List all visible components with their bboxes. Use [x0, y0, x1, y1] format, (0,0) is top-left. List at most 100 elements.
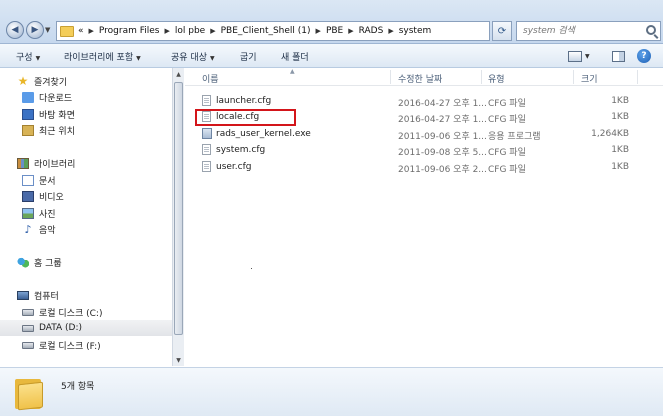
- breadcrumb-overflow[interactable]: «: [78, 26, 84, 36]
- file-size: 1KB: [611, 145, 629, 155]
- chevron-right-icon[interactable]: ▶: [165, 27, 170, 35]
- application-icon: [202, 128, 212, 139]
- nav-item-music[interactable]: ♪ 음악: [22, 221, 56, 237]
- nav-label: 즐겨찾기: [34, 77, 68, 88]
- search-input[interactable]: [517, 22, 639, 40]
- breadcrumb-rads[interactable]: RADS: [359, 26, 384, 36]
- file-row-launcher[interactable]: launcher.cfg 2016-04-27 오후 1... CFG 파일 1…: [199, 93, 659, 109]
- sort-ascending-icon: ▲: [290, 68, 295, 75]
- back-button[interactable]: ◀: [6, 21, 24, 39]
- nav-item-pictures[interactable]: 사진: [22, 205, 56, 221]
- file-row-system[interactable]: system.cfg 2011-09-08 오후 5... CFG 파일 1KB: [199, 142, 659, 158]
- help-icon: ?: [637, 49, 651, 63]
- annotation-highlight-box: [195, 109, 296, 126]
- new-folder-label: 새 폴더: [281, 53, 309, 63]
- nav-item-drive-c[interactable]: 로컬 디스크 (C:): [22, 304, 102, 320]
- search-icon[interactable]: [646, 25, 656, 35]
- chevron-right-icon[interactable]: ▶: [348, 27, 353, 35]
- file-row-rads-user-kernel[interactable]: rads_user_kernel.exe 2011-09-06 오후 1... …: [199, 126, 659, 142]
- nav-item-computer[interactable]: 컴퓨터: [17, 287, 59, 303]
- cfg-file-icon: [202, 144, 211, 155]
- nav-label: 최근 위치: [39, 126, 75, 137]
- scroll-up-icon[interactable]: ▲: [173, 68, 184, 80]
- refresh-button[interactable]: ⟳: [492, 21, 512, 41]
- scrollbar-thumb[interactable]: [174, 82, 183, 335]
- nav-label: 다운로드: [39, 93, 73, 104]
- column-divider[interactable]: [573, 70, 574, 84]
- share-label: 공유 대상: [171, 53, 207, 63]
- column-modified[interactable]: 수정한 날짜: [398, 72, 442, 85]
- column-name[interactable]: 이름: [202, 72, 219, 85]
- nav-item-drive-f[interactable]: 로컬 디스크 (F:): [22, 337, 101, 353]
- search-box[interactable]: [516, 21, 661, 41]
- stray-dot: [251, 268, 252, 269]
- share-with-button[interactable]: 공유 대상 ▼: [171, 50, 215, 63]
- nav-label: 사진: [39, 209, 56, 220]
- arrow-right-icon: ▶: [31, 25, 39, 35]
- chevron-down-icon: ▼: [585, 52, 590, 60]
- nav-item-downloads[interactable]: 다운로드: [22, 89, 72, 105]
- arrow-left-icon: ◀: [11, 25, 19, 35]
- include-library-label: 라이브러리에 포함: [64, 53, 134, 63]
- nav-item-homegroup[interactable]: 홈 그룹: [17, 254, 62, 270]
- burn-label: 굽기: [240, 53, 257, 63]
- nav-label: 홈 그룹: [34, 258, 62, 269]
- column-divider[interactable]: [481, 70, 482, 84]
- file-name: system.cfg: [216, 145, 266, 155]
- address-box[interactable]: « ▶ Program Files ▶ lol pbe ▶ PBE_Client…: [56, 21, 490, 41]
- organize-button[interactable]: 구성 ▼: [16, 50, 40, 63]
- nav-item-desktop[interactable]: 바탕 화면: [22, 106, 75, 122]
- nav-item-recent[interactable]: 최근 위치: [22, 122, 75, 138]
- recent-pages-dropdown[interactable]: ▼: [45, 26, 50, 34]
- details-pane: 5개 항목: [0, 367, 663, 416]
- view-icon: [568, 50, 582, 62]
- pictures-icon: [22, 207, 34, 219]
- scroll-down-icon[interactable]: ▼: [173, 354, 184, 366]
- nav-item-videos[interactable]: 비디오: [22, 188, 64, 204]
- chevron-right-icon[interactable]: ▶: [89, 27, 94, 35]
- column-type[interactable]: 유형: [488, 72, 505, 85]
- help-button[interactable]: ?: [637, 48, 651, 64]
- chevron-right-icon[interactable]: ▶: [210, 27, 215, 35]
- item-count: 5개 항목: [61, 382, 95, 392]
- breadcrumb-pbe-client-shell[interactable]: PBE_Client_Shell (1): [221, 26, 311, 36]
- preview-pane-icon: [612, 50, 625, 62]
- column-divider[interactable]: [390, 70, 391, 84]
- include-in-library-button[interactable]: 라이브러리에 포함 ▼: [64, 50, 141, 63]
- breadcrumb-program-files[interactable]: Program Files: [99, 26, 160, 36]
- cfg-file-icon: [202, 95, 211, 106]
- library-icon: [17, 157, 29, 169]
- chevron-right-icon[interactable]: ▶: [388, 27, 393, 35]
- nav-label: 비디오: [39, 192, 64, 203]
- chevron-down-icon: ▼: [136, 55, 141, 62]
- preview-pane-button[interactable]: [612, 48, 625, 64]
- breadcrumb-lol-pbe[interactable]: lol pbe: [175, 26, 205, 36]
- file-modified: 2016-04-27 오후 1...: [398, 99, 487, 109]
- chevron-down-icon: ▼: [209, 55, 215, 62]
- column-divider[interactable]: [637, 70, 638, 84]
- nav-item-documents[interactable]: 문서: [22, 172, 56, 188]
- nav-label: 라이브러리: [34, 159, 76, 170]
- nav-item-favorites[interactable]: ★ 즐겨찾기: [17, 73, 68, 89]
- file-row-user[interactable]: user.cfg 2011-09-06 오후 2... CFG 파일 1KB: [199, 159, 659, 175]
- nav-label: 음악: [39, 225, 56, 236]
- chevron-down-icon: ▼: [35, 55, 41, 62]
- breadcrumb-pbe[interactable]: PBE: [326, 26, 343, 36]
- navigation-scrollbar[interactable]: ▲ ▼: [172, 68, 184, 366]
- music-icon: ♪: [24, 222, 32, 236]
- navigation-pane: ★ 즐겨찾기 다운로드 바탕 화면 최근 위치 라이브러리 문서 비디오 사진 ♪…: [0, 68, 172, 366]
- nav-item-drive-d[interactable]: DATA (D:): [0, 320, 172, 336]
- nav-item-libraries[interactable]: 라이브러리: [17, 155, 75, 171]
- column-size[interactable]: 크기: [581, 72, 598, 85]
- organize-label: 구성: [16, 53, 33, 63]
- forward-button[interactable]: ▶: [26, 21, 44, 39]
- change-view-button[interactable]: ▼: [568, 48, 590, 64]
- chevron-right-icon[interactable]: ▶: [316, 27, 321, 35]
- file-type: 응용 프로그램: [488, 132, 541, 142]
- breadcrumb-system[interactable]: system: [399, 26, 432, 36]
- file-type: CFG 파일: [488, 115, 526, 125]
- file-type: CFG 파일: [488, 148, 526, 158]
- new-folder-button[interactable]: 새 폴더: [281, 50, 309, 63]
- refresh-icon: ⟳: [497, 25, 507, 37]
- burn-button[interactable]: 굽기: [240, 50, 257, 63]
